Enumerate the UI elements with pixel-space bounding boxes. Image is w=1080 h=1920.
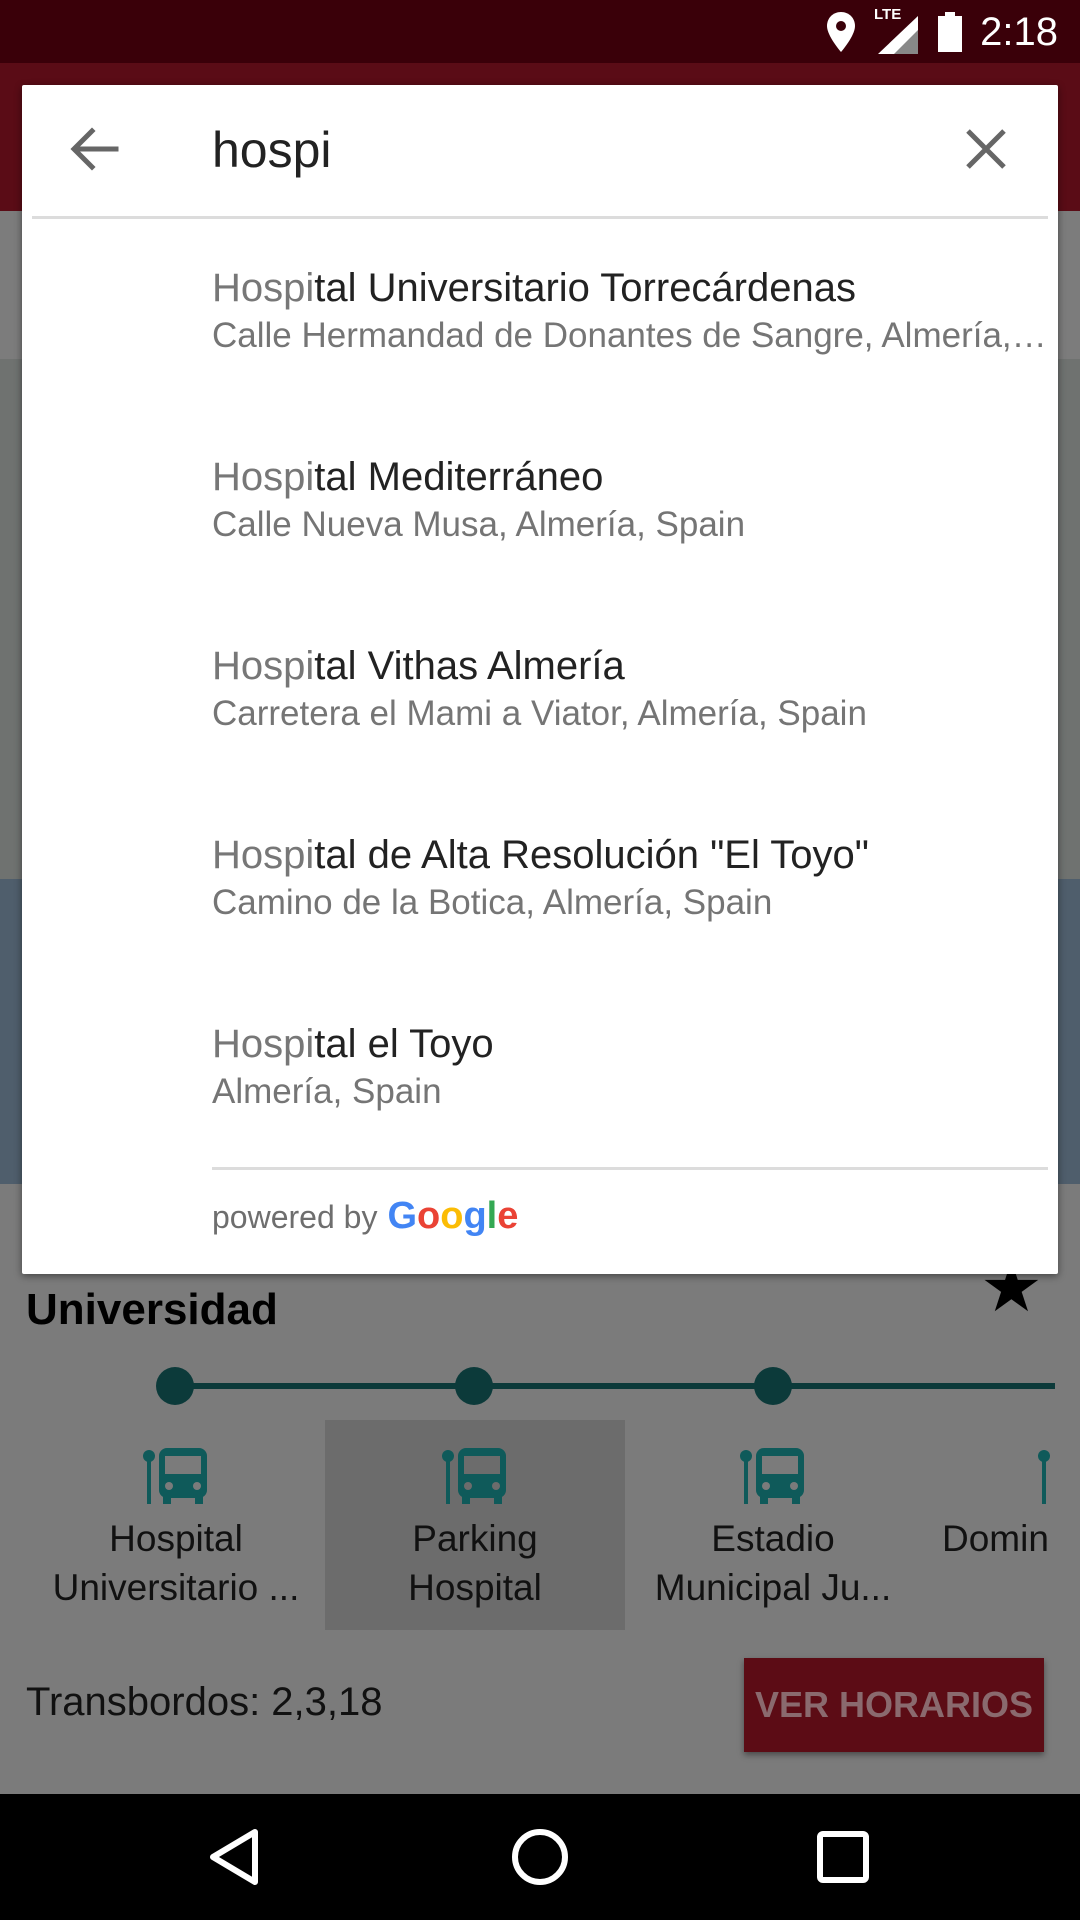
google-logo-letter: o: [440, 1195, 464, 1237]
clock: 2:18: [980, 10, 1058, 54]
google-logo-letter: e: [497, 1195, 519, 1237]
powered-by-text: powered by: [212, 1199, 378, 1235]
route-title: Universidad: [26, 1285, 278, 1334]
bus-stop-icon: [442, 1448, 506, 1504]
powered-by-google: powered by Google: [212, 1195, 518, 1238]
google-logo: Google: [387, 1195, 518, 1238]
stop-label: Parking Hospital: [408, 1518, 542, 1608]
back-arrow-icon[interactable]: [66, 121, 122, 177]
stop-dot: [156, 1367, 194, 1405]
result-address: Almería, Spain: [212, 1072, 442, 1111]
result-name: Hospital Mediterráneo: [212, 452, 1052, 502]
result-address: Carretera el Mami a Viator, Almería, Spa…: [212, 694, 867, 733]
google-logo-letter: G: [387, 1195, 417, 1237]
recents-nav-icon[interactable]: [810, 1824, 876, 1890]
stop-dot: [754, 1367, 792, 1405]
result-name-rest: tal de Alta Resolución "El Toyo": [314, 833, 869, 877]
navigation-bar: [0, 1794, 1080, 1920]
stop-item[interactable]: Hospital Universitario ...: [26, 1420, 326, 1630]
route-line: [175, 1383, 1055, 1389]
ver-horarios-button[interactable]: VER HORARIOS: [744, 1658, 1044, 1752]
result-address: Calle Hermandad de Donantes de Sangre, A…: [212, 316, 1052, 355]
transfers-text: Transbordos: 2,3,18: [26, 1680, 383, 1724]
result-name-rest: tal Mediterráneo: [314, 455, 604, 499]
google-logo-letter: g: [463, 1195, 487, 1237]
result-name-rest: tal Universitario Torrecárdenas: [314, 266, 856, 310]
result-address: Camino de la Botica, Almería, Spain: [212, 883, 773, 922]
bus-stop-icon: [1038, 1450, 1050, 1504]
search-result[interactable]: Hospital Mediterráneo Calle Nueva Musa, …: [212, 452, 1052, 602]
bus-stop-icon: [143, 1448, 207, 1504]
result-name-match: Hospi: [212, 833, 315, 877]
google-logo-letter: l: [486, 1195, 498, 1237]
stop-label: Estadio Municipal Ju...: [654, 1518, 892, 1608]
result-name: Hospital el Toyo: [212, 1019, 1052, 1069]
stop-item[interactable]: Parking Hospital: [325, 1420, 625, 1630]
search-result[interactable]: Hospital el Toyo Almería, Spain: [212, 1019, 1052, 1169]
search-input[interactable]: [212, 115, 932, 185]
result-name-match: Hospi: [212, 644, 315, 688]
stop-item[interactable]: Estadio Municipal Ju...: [623, 1420, 923, 1630]
result-name-rest: tal Vithas Almería: [314, 644, 625, 688]
result-name: Hospital Universitario Torrecárdenas: [212, 263, 1052, 313]
close-icon[interactable]: [960, 123, 1012, 175]
result-name: Hospital Vithas Almería: [212, 641, 1052, 691]
stop-label: Domin: [942, 1518, 1049, 1559]
divider: [32, 216, 1048, 219]
result-name-rest: tal el Toyo: [314, 1022, 494, 1066]
result-name-match: Hospi: [212, 1022, 315, 1066]
signal-icon: LTE: [874, 6, 920, 54]
stop-item[interactable]: Domin: [930, 1420, 1080, 1630]
result-name-match: Hospi: [212, 455, 315, 499]
stop-dot: [455, 1367, 493, 1405]
stop-label: Hospital Universitario ...: [52, 1518, 300, 1608]
place-search-dialog: Hospital Universitario Torrecárdenas Cal…: [22, 85, 1058, 1274]
search-result[interactable]: Hospital Universitario Torrecárdenas Cal…: [212, 263, 1052, 413]
divider: [212, 1167, 1048, 1170]
result-address: Calle Nueva Musa, Almería, Spain: [212, 505, 746, 544]
google-logo-letter: o: [417, 1195, 441, 1237]
result-name-match: Hospi: [212, 266, 315, 310]
home-nav-icon[interactable]: [507, 1824, 573, 1890]
status-bar: LTE 2:18: [0, 0, 1080, 63]
location-icon: [827, 12, 855, 52]
status-icons: LTE: [826, 6, 962, 54]
back-nav-icon[interactable]: [203, 1824, 269, 1890]
search-result[interactable]: Hospital de Alta Resolución "El Toyo" Ca…: [212, 830, 1052, 980]
result-name: Hospital de Alta Resolución "El Toyo": [212, 830, 1052, 880]
search-bar: [22, 85, 1058, 217]
battery-icon: [938, 12, 962, 52]
bus-stop-icon: [740, 1448, 804, 1504]
search-result[interactable]: Hospital Vithas Almería Carretera el Mam…: [212, 641, 1052, 791]
